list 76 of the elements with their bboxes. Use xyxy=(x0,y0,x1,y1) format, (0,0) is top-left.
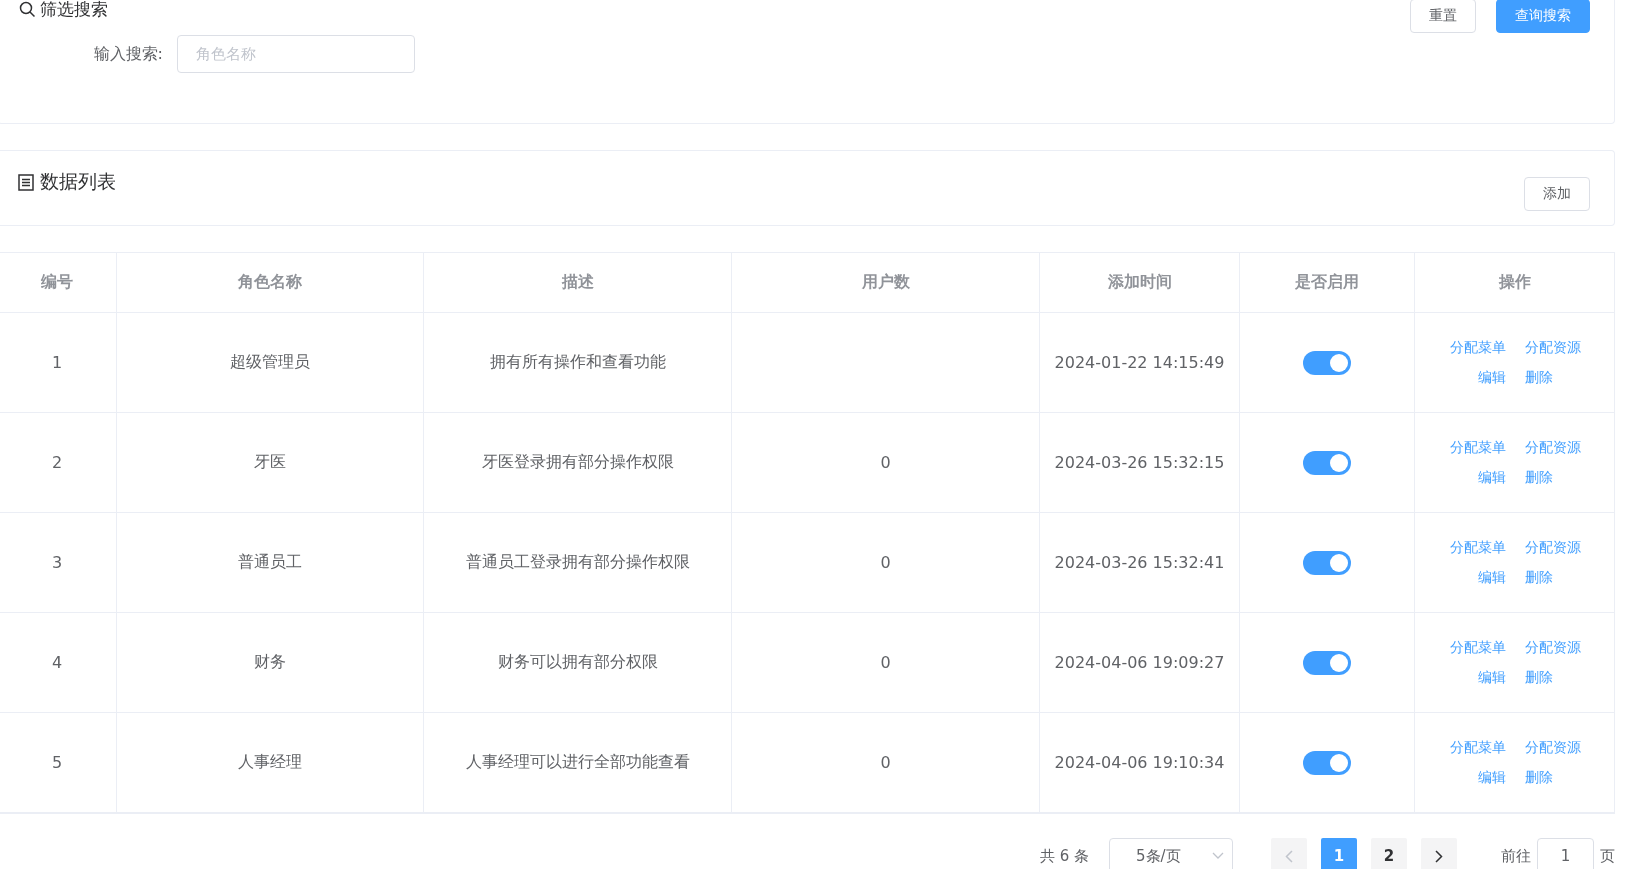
table-cell: 5 xyxy=(0,713,117,812)
chevron-right-icon xyxy=(1435,849,1443,863)
next-page-button[interactable] xyxy=(1421,838,1457,869)
action-link[interactable]: 编辑 xyxy=(1477,568,1506,587)
action-link[interactable]: 分配资源 xyxy=(1524,538,1581,557)
table-cell: 普通员工登录拥有部分操作权限 xyxy=(424,513,732,612)
action-link[interactable]: 分配菜单 xyxy=(1449,638,1506,657)
section-title: 筛选搜索 xyxy=(40,0,108,19)
column-header: 角色名称 xyxy=(117,253,424,312)
toggle-switch[interactable] xyxy=(1303,450,1351,475)
action-link[interactable]: 分配菜单 xyxy=(1449,738,1506,757)
search-icon xyxy=(19,1,36,18)
page-button[interactable]: 2 xyxy=(1371,838,1407,869)
table-cell: 拥有所有操作和查看功能 xyxy=(424,313,732,412)
field-label: 输入搜索: xyxy=(92,43,164,65)
reset-button[interactable]: 重置 xyxy=(1410,0,1476,33)
column-header: 描述 xyxy=(424,253,732,312)
add-button[interactable]: 添加 xyxy=(1524,177,1590,211)
table-cell: 4 xyxy=(0,613,117,712)
page-suffix: 页 xyxy=(1600,846,1615,866)
search-field[interactable]: 角色名称 xyxy=(177,35,415,73)
table-cell: 0 xyxy=(880,453,891,472)
table-cell: 2024-04-06 19:09:27 xyxy=(1040,613,1240,712)
toggle-switch[interactable] xyxy=(1303,650,1351,675)
action-link[interactable]: 删除 xyxy=(1524,768,1553,787)
action-link[interactable]: 删除 xyxy=(1524,668,1553,687)
action-link[interactable]: 编辑 xyxy=(1477,668,1506,687)
action-link[interactable]: 删除 xyxy=(1524,368,1553,387)
section-title: 数据列表 xyxy=(40,169,116,194)
table-cell: 3 xyxy=(0,513,117,612)
chevron-left-icon xyxy=(1285,849,1293,863)
table-cell: 人事经理 xyxy=(117,713,424,812)
goto-page-field[interactable]: 1 xyxy=(1537,838,1594,869)
table-cell: 人事经理可以进行全部功能查看 xyxy=(424,713,732,812)
action-link[interactable]: 分配菜单 xyxy=(1449,338,1506,357)
table-cell: 2024-03-26 15:32:41 xyxy=(1040,513,1240,612)
action-link[interactable]: 分配资源 xyxy=(1524,638,1581,657)
page-button[interactable]: 1 xyxy=(1321,838,1357,869)
action-link[interactable]: 编辑 xyxy=(1477,468,1506,487)
action-link[interactable]: 删除 xyxy=(1524,468,1553,487)
action-link[interactable]: 删除 xyxy=(1524,568,1553,587)
table-cell: 牙医登录拥有部分操作权限 xyxy=(424,413,732,512)
goto-label: 前往 xyxy=(1501,846,1531,866)
table-cell: 2024-01-22 14:15:49 xyxy=(1040,313,1240,412)
column-header: 添加时间 xyxy=(1040,253,1240,312)
total-count: 共 6 条 xyxy=(1039,846,1089,866)
action-link[interactable]: 分配菜单 xyxy=(1449,438,1506,457)
list-icon xyxy=(18,173,34,191)
table-cell: 超级管理员 xyxy=(117,313,424,412)
table-cell: 普通员工 xyxy=(117,513,424,612)
table-cell: 2024-03-26 15:32:15 xyxy=(1040,413,1240,512)
toggle-switch[interactable] xyxy=(1303,750,1351,775)
table-cell: 财务可以拥有部分权限 xyxy=(424,613,732,712)
action-link[interactable]: 分配资源 xyxy=(1524,338,1581,357)
table-cell: 2024-04-06 19:10:34 xyxy=(1040,713,1240,812)
toggle-switch[interactable] xyxy=(1303,350,1351,375)
action-link[interactable]: 分配菜单 xyxy=(1449,538,1506,557)
table-cell: 0 xyxy=(880,753,891,772)
table-cell: 2 xyxy=(0,413,117,512)
toggle-switch[interactable] xyxy=(1303,550,1351,575)
action-link[interactable]: 编辑 xyxy=(1477,768,1506,787)
table-cell: 0 xyxy=(880,653,891,672)
table-cell: 财务 xyxy=(117,613,424,712)
chevron-down-icon xyxy=(1212,852,1224,860)
action-link[interactable]: 分配资源 xyxy=(1524,438,1581,457)
column-header: 是否启用 xyxy=(1240,253,1415,312)
page-size-select[interactable]: 5条/页 xyxy=(1109,838,1233,869)
search-button[interactable]: 查询搜索 xyxy=(1496,0,1590,33)
column-header: 操作 xyxy=(1497,271,1532,293)
table-cell: 牙医 xyxy=(117,413,424,512)
table-cell: 1 xyxy=(0,313,117,412)
action-link[interactable]: 编辑 xyxy=(1477,368,1506,387)
action-link[interactable]: 分配资源 xyxy=(1524,738,1581,757)
column-header: 编号 xyxy=(0,253,117,312)
table-cell: 0 xyxy=(880,553,891,572)
column-header: 用户数 xyxy=(732,253,1040,312)
